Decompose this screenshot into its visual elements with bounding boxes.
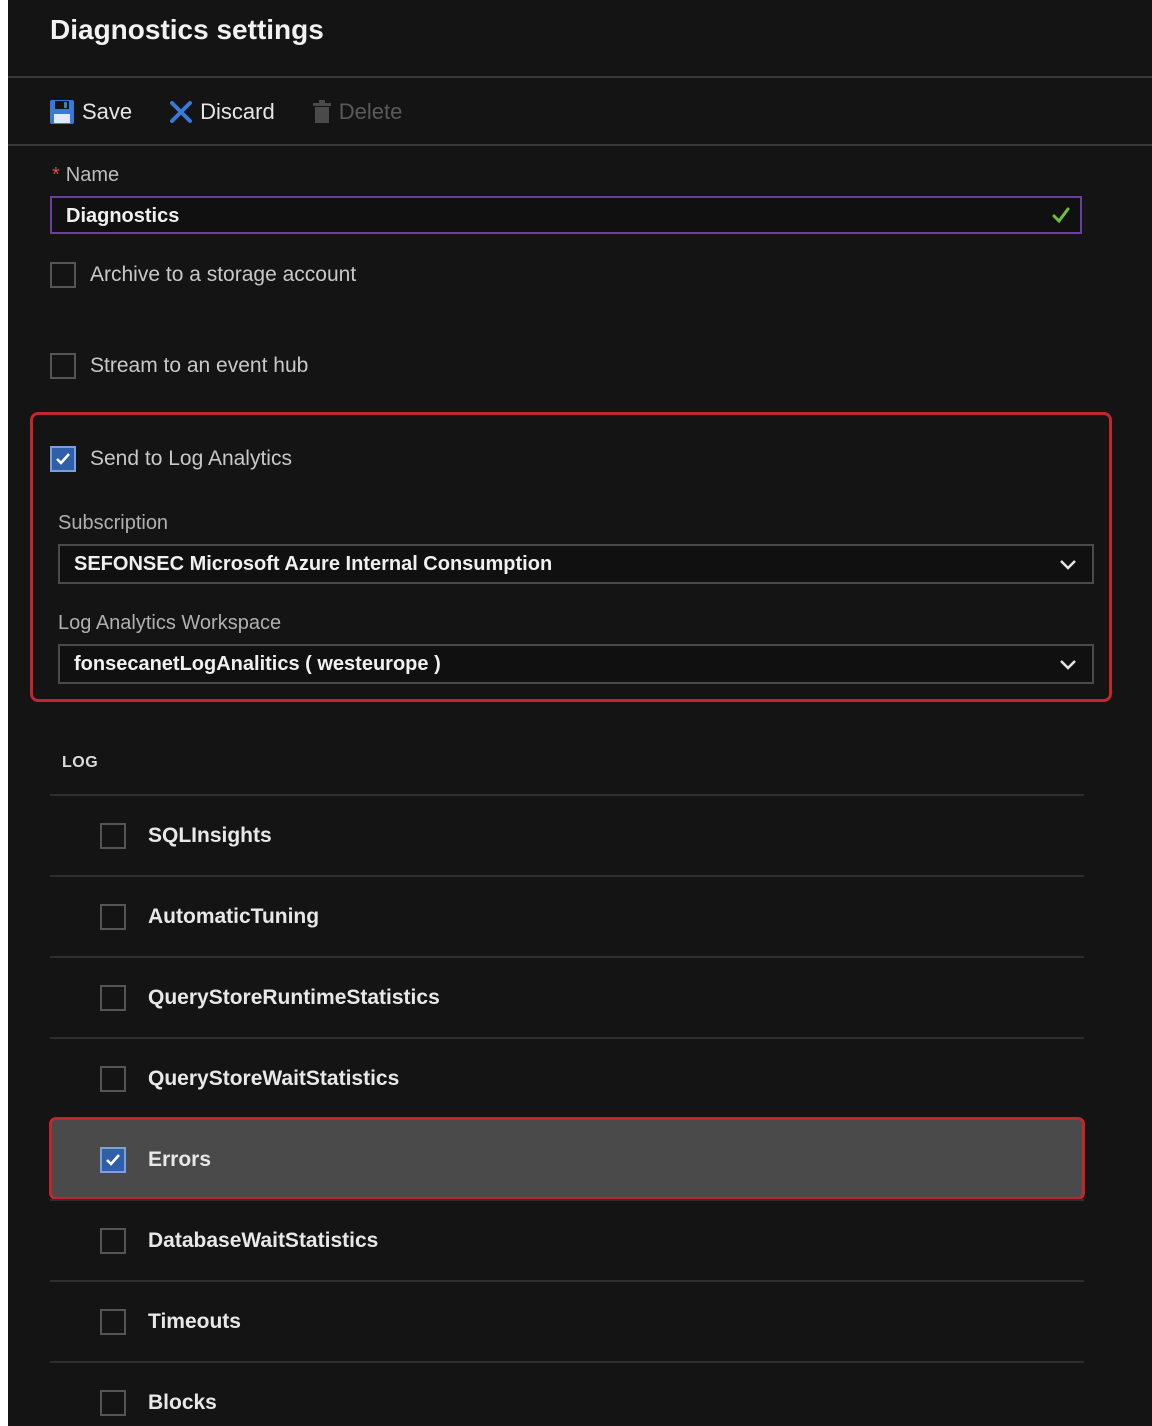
log-section-header: LOG [62,754,99,771]
subscription-value: SEFONSEC Microsoft Azure Internal Consum… [74,552,553,575]
name-field-label: * Name [52,164,120,186]
chevron-down-icon [1060,660,1076,670]
discard-button[interactable]: Discard [168,99,275,125]
checkmark-icon [1052,207,1070,224]
toolbar-divider [8,144,1152,146]
diagnostics-settings-panel: Diagnostics settings Save Discard Delete… [8,0,1152,1426]
trash-icon [312,100,331,123]
save-button[interactable]: Save [48,98,132,126]
blocks-label: Blocks [148,1390,217,1414]
log-category-list: SQLInsights AutomaticTuning QueryStoreRu… [49,794,1085,1426]
archive-storage-checkbox[interactable] [50,262,76,288]
automatictuning-label: AutomaticTuning [148,904,320,928]
toolbar: Save Discard Delete [48,92,438,132]
log-item-sqlinsights[interactable]: SQLInsights [50,794,1084,875]
querystoreruntimestatistics-checkbox[interactable] [100,984,126,1011]
checkmark-icon [56,453,70,465]
log-item-databasewaitstatistics[interactable]: DatabaseWaitStatistics [50,1199,1084,1280]
databasewaitstatistics-label: DatabaseWaitStatistics [148,1228,379,1252]
querystoreruntimestatistics-label: QueryStoreRuntimeStatistics [148,985,440,1009]
required-marker: * [52,164,60,186]
blocks-checkbox[interactable] [100,1389,126,1416]
log-item-querystoreruntimestatistics[interactable]: QueryStoreRuntimeStatistics [50,956,1084,1037]
timeouts-checkbox[interactable] [100,1308,126,1335]
subscription-label: Subscription [58,512,169,534]
automatictuning-checkbox[interactable] [100,903,126,930]
log-item-errors[interactable]: Errors [49,1117,1085,1200]
close-icon [170,101,193,123]
delete-button[interactable]: Delete [311,99,403,125]
delete-label: Delete [338,99,403,124]
log-item-blocks[interactable]: Blocks [50,1361,1084,1426]
log-analytics-checkbox[interactable] [50,446,76,472]
stream-event-hub-option[interactable]: Stream to an event hub [50,353,308,379]
querystorewaitstatistics-label: QueryStoreWaitStatistics [148,1066,400,1090]
timeouts-label: Timeouts [148,1309,241,1333]
archive-storage-option[interactable]: Archive to a storage account [50,262,356,288]
log-item-querystorewaitstatistics[interactable]: QueryStoreWaitStatistics [50,1037,1084,1118]
workspace-select[interactable]: fonsecanetLogAnalitics ( westeurope ) [58,644,1094,684]
discard-label: Discard [200,99,275,124]
log-analytics-option[interactable]: Send to Log Analytics [50,446,292,472]
checkmark-icon [106,1153,120,1166]
save-label: Save [82,99,133,124]
stream-event-hub-label: Stream to an event hub [90,354,309,377]
errors-checkbox[interactable] [100,1146,126,1173]
sqlinsights-checkbox[interactable] [100,822,126,849]
sqlinsights-label: SQLInsights [148,823,272,847]
stream-event-hub-checkbox[interactable] [50,353,76,379]
workspace-label: Log Analytics Workspace [58,612,282,634]
log-item-timeouts[interactable]: Timeouts [50,1280,1084,1361]
log-item-automatictuning[interactable]: AutomaticTuning [50,875,1084,956]
subscription-select[interactable]: SEFONSEC Microsoft Azure Internal Consum… [58,544,1094,584]
page-title: Diagnostics settings [50,14,324,45]
querystorewaitstatistics-checkbox[interactable] [100,1065,126,1092]
name-input[interactable] [52,198,1048,234]
save-icon [50,100,74,124]
archive-storage-label: Archive to a storage account [90,263,357,286]
chevron-down-icon [1060,560,1076,570]
workspace-value: fonsecanetLogAnalitics ( westeurope ) [74,652,441,675]
header-divider [8,76,1152,78]
name-field [50,196,1082,234]
log-analytics-label: Send to Log Analytics [90,447,292,470]
errors-label: Errors [148,1147,212,1171]
databasewaitstatistics-checkbox[interactable] [100,1227,126,1254]
